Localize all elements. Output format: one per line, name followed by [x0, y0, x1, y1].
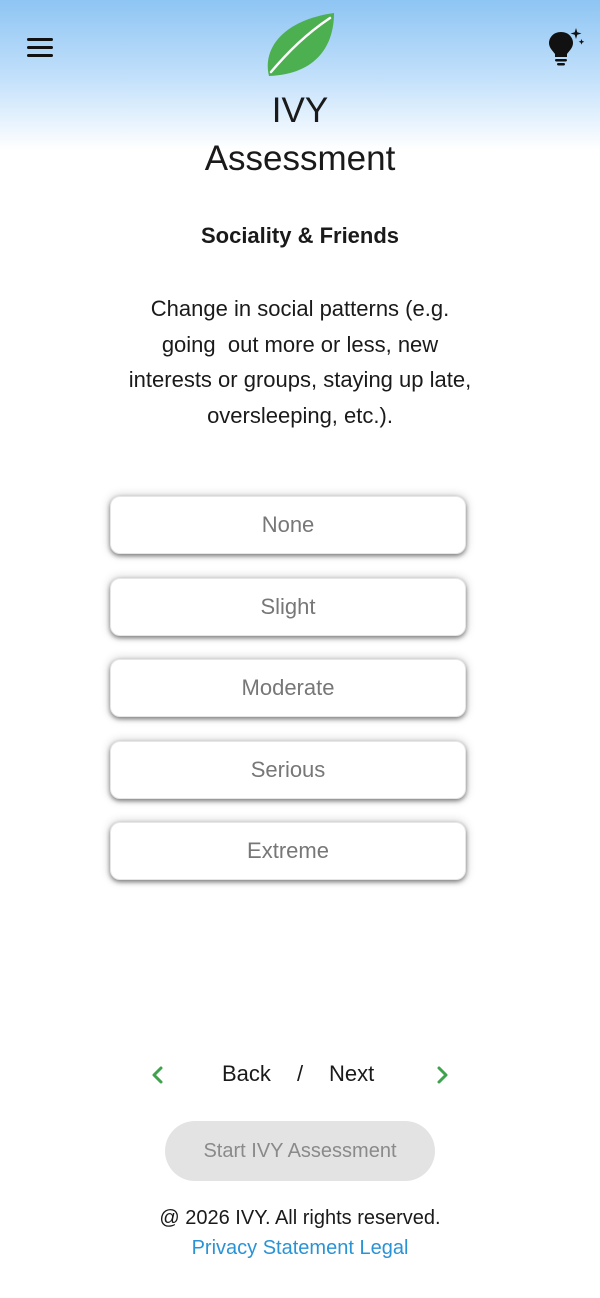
chevron-left-icon[interactable]	[148, 1063, 168, 1087]
question-navigation: Back / Next	[0, 1057, 600, 1093]
start-assessment-button[interactable]: Start IVY Assessment	[165, 1121, 435, 1181]
nav-separator: /	[297, 1061, 304, 1086]
option-extreme-button[interactable]: Extreme	[110, 822, 466, 880]
option-moderate-button[interactable]: Moderate	[110, 659, 466, 717]
next-link[interactable]: Next	[329, 1061, 374, 1087]
legal-link[interactable]: Legal	[359, 1237, 408, 1259]
question-text: Change in social patterns (e.g. going ou…	[128, 296, 472, 428]
assessment-screen: IVY Assessment Sociality & Friends Chang…	[0, 0, 600, 1298]
privacy-statement-link[interactable]: Privacy Statement	[192, 1237, 354, 1259]
option-none-button[interactable]: None	[110, 496, 466, 554]
copyright-text: @ 2026 IVY. All rights reserved.	[159, 1207, 441, 1229]
back-link[interactable]: Back	[222, 1061, 271, 1087]
answer-options: None Slight Moderate Serious Extreme	[110, 496, 466, 904]
hamburger-menu-icon[interactable]	[24, 34, 58, 62]
option-serious-button[interactable]: Serious	[110, 740, 466, 799]
leaf-icon	[267, 13, 334, 76]
app-subtitle: Assessment	[204, 139, 396, 178]
option-slight-button[interactable]: Slight	[110, 577, 466, 636]
lightbulb-sparkle-icon[interactable]	[544, 26, 586, 68]
chevron-right-icon[interactable]	[432, 1063, 452, 1087]
section-title: Sociality & Friends	[200, 223, 400, 248]
footer-links: Privacy Statement Legal	[0, 1237, 600, 1260]
app-title: IVY	[271, 91, 329, 130]
